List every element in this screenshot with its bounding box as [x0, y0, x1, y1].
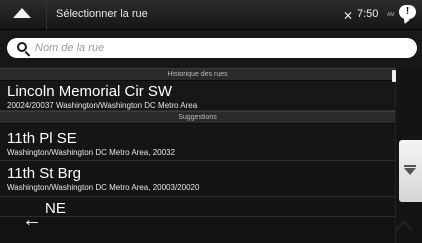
street-detail: Washington/Washington DC Metro Area, 200…	[7, 183, 200, 192]
page-title: Sélectionner la rue	[56, 8, 148, 20]
search-icon	[17, 42, 27, 52]
street-name: 11th Pl SE	[7, 130, 77, 147]
up-arrow-icon[interactable]	[13, 8, 31, 18]
scroll-down-button[interactable]	[399, 140, 422, 202]
street-search-input[interactable]	[35, 39, 405, 57]
suggestions-section-header: Suggestions	[0, 111, 395, 124]
list-item[interactable]: 11th St Brg Washington/Washington DC Met…	[0, 161, 395, 197]
history-section-header: Historique des rues	[0, 68, 395, 81]
street-name: 11th St Brg	[7, 165, 81, 182]
notification-glyph: !	[405, 6, 410, 17]
street-name: Lincoln Memorial Cir SW	[7, 83, 173, 100]
list-item[interactable]: 11th Pl SE Washington/Washington DC Metr…	[0, 124, 395, 161]
street-detail: 20024/20037 Washington/Washington DC Met…	[7, 101, 198, 110]
select-street-screen: Sélectionner la rue ⨯ 7:50 AM ! Historiq…	[0, 0, 422, 243]
notification-icon[interactable]: !	[399, 5, 416, 19]
top-bar: Sélectionner la rue ⨯ 7:50 AM !	[0, 0, 422, 30]
list-item[interactable]: NE	[0, 197, 395, 217]
clock-am-pm: AM	[387, 12, 395, 18]
scrollbar-thumb[interactable]	[392, 70, 396, 82]
clock-time: 7:50	[357, 8, 379, 20]
street-detail: Washington/Washington DC Metro Area, 200…	[7, 148, 175, 157]
back-arrow-icon[interactable]: ←	[22, 210, 42, 230]
title-divider	[46, 0, 47, 30]
satellite-icon: ⨯	[343, 8, 354, 22]
list-item[interactable]: Lincoln Memorial Cir SW 20024/20037 Wash…	[0, 81, 395, 111]
search-bar[interactable]	[7, 38, 417, 58]
chevron-down-icon	[404, 165, 416, 175]
street-name: NE	[45, 200, 66, 217]
street-list: Historique des rues Lincoln Memorial Cir…	[0, 68, 395, 243]
